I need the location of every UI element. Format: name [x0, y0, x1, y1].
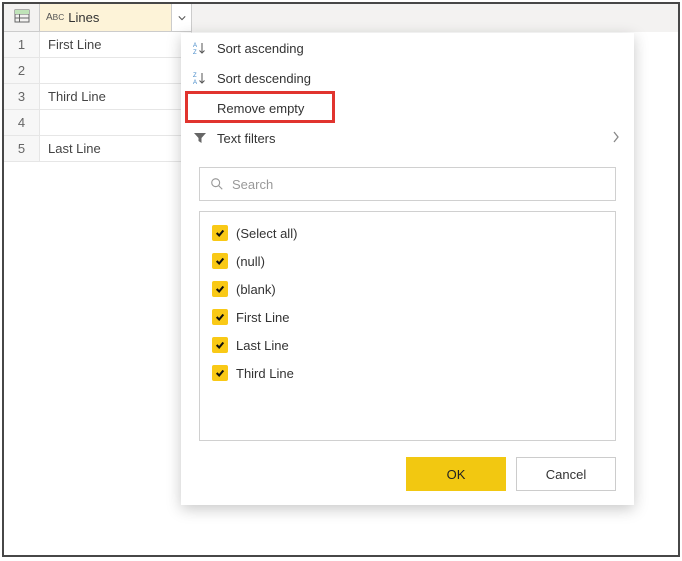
checkbox-checked-icon[interactable] [212, 225, 228, 241]
table-icon-cell[interactable] [4, 4, 40, 32]
filter-value-item[interactable]: Third Line [212, 362, 603, 384]
filter-value-label: Third Line [236, 366, 294, 381]
svg-text:A: A [193, 43, 197, 49]
cell[interactable] [40, 110, 192, 136]
menu-label: Remove empty [211, 101, 304, 116]
search-input[interactable] [232, 177, 615, 192]
cancel-button[interactable]: Cancel [516, 457, 616, 491]
column-header-label: Lines [68, 10, 99, 25]
column-filter-menu: AZ Sort ascending ZA Sort descending Rem… [181, 33, 634, 505]
checkbox-checked-icon[interactable] [212, 281, 228, 297]
button-label: Cancel [546, 467, 586, 482]
menu-label: Sort descending [211, 71, 311, 86]
table-icon [14, 8, 30, 27]
chevron-down-icon [178, 14, 186, 22]
svg-text:Z: Z [193, 50, 197, 55]
abc-type-icon: ABC [46, 12, 64, 23]
filter-values-list: (Select all) (null) (blank) First Line L… [199, 211, 616, 441]
checkbox-checked-icon[interactable] [212, 309, 228, 325]
sort-descending-menu-item[interactable]: ZA Sort descending [181, 63, 634, 93]
menu-label: Sort ascending [211, 41, 304, 56]
search-box[interactable] [199, 167, 616, 201]
row-number: 3 [4, 84, 40, 110]
cell[interactable] [40, 58, 192, 84]
checkbox-checked-icon[interactable] [212, 365, 228, 381]
row-number: 1 [4, 32, 40, 58]
column-filter-dropdown-button[interactable] [171, 4, 191, 31]
svg-text:A: A [193, 80, 197, 85]
cell[interactable]: First Line [40, 32, 192, 58]
sort-desc-icon: ZA [189, 71, 211, 85]
cell[interactable]: Third Line [40, 84, 192, 110]
remove-empty-menu-item[interactable]: Remove empty [181, 93, 634, 123]
filter-value-item[interactable]: (blank) [212, 278, 603, 300]
filter-value-label: (null) [236, 254, 265, 269]
filter-value-item[interactable]: (Select all) [212, 222, 603, 244]
row-number: 5 [4, 136, 40, 162]
filter-value-label: (blank) [236, 282, 276, 297]
cell[interactable]: Last Line [40, 136, 192, 162]
chevron-right-icon [612, 131, 620, 146]
row-number: 2 [4, 58, 40, 84]
sort-asc-icon: AZ [189, 41, 211, 55]
filter-values-panel: (Select all) (null) (blank) First Line L… [181, 153, 634, 441]
svg-text:Z: Z [193, 73, 197, 79]
filter-value-label: (Select all) [236, 226, 297, 241]
checkbox-checked-icon[interactable] [212, 337, 228, 353]
text-filters-menu-item[interactable]: Text filters [181, 123, 634, 153]
menu-label: Text filters [211, 131, 276, 146]
filter-value-item[interactable]: (null) [212, 250, 603, 272]
button-row: OK Cancel [181, 441, 634, 491]
filter-value-item[interactable]: Last Line [212, 334, 603, 356]
button-label: OK [447, 467, 466, 482]
header-row: ABC Lines [4, 4, 678, 32]
row-number: 4 [4, 110, 40, 136]
checkbox-checked-icon[interactable] [212, 253, 228, 269]
filter-value-label: First Line [236, 310, 289, 325]
search-icon [210, 177, 224, 191]
column-header-lines[interactable]: ABC Lines [40, 4, 192, 32]
sort-ascending-menu-item[interactable]: AZ Sort ascending [181, 33, 634, 63]
filter-value-label: Last Line [236, 338, 289, 353]
filter-value-item[interactable]: First Line [212, 306, 603, 328]
filter-icon [189, 131, 211, 145]
ok-button[interactable]: OK [406, 457, 506, 491]
